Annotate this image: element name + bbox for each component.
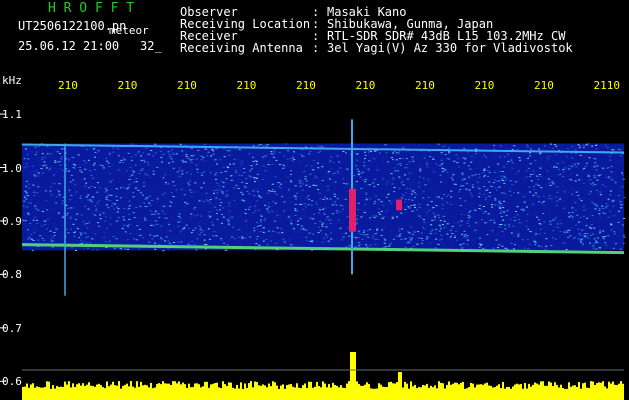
x-tick-label: 210 [534,79,554,92]
y-tick-label: 1.1 [2,108,22,122]
x-tick-label: 210 [355,79,376,92]
spectrogram [0,113,626,400]
x-tick-label: 210 [236,79,257,92]
meteor-echo [349,188,356,232]
x-tick-label: 210 [296,79,316,92]
x-tick-label: 210 [58,79,78,92]
x-tick-label: 210 [474,79,495,92]
y-tick-label: 1.0 [2,161,22,175]
x-tick-label: 210 [117,79,138,92]
y-tick-label: 0.7 [2,321,22,335]
y-tick-label: 0.8 [2,268,22,282]
meteor-echo [396,199,402,211]
y-tick-label: 0.9 [2,214,22,228]
noise-band [22,143,624,251]
x-tick-label: 210 [177,79,197,92]
x-tick-label: 2110 [593,79,621,92]
y-tick-label: 0.6 [2,375,22,389]
x-tick-label: 210 [415,79,435,92]
power-bars [22,352,624,400]
